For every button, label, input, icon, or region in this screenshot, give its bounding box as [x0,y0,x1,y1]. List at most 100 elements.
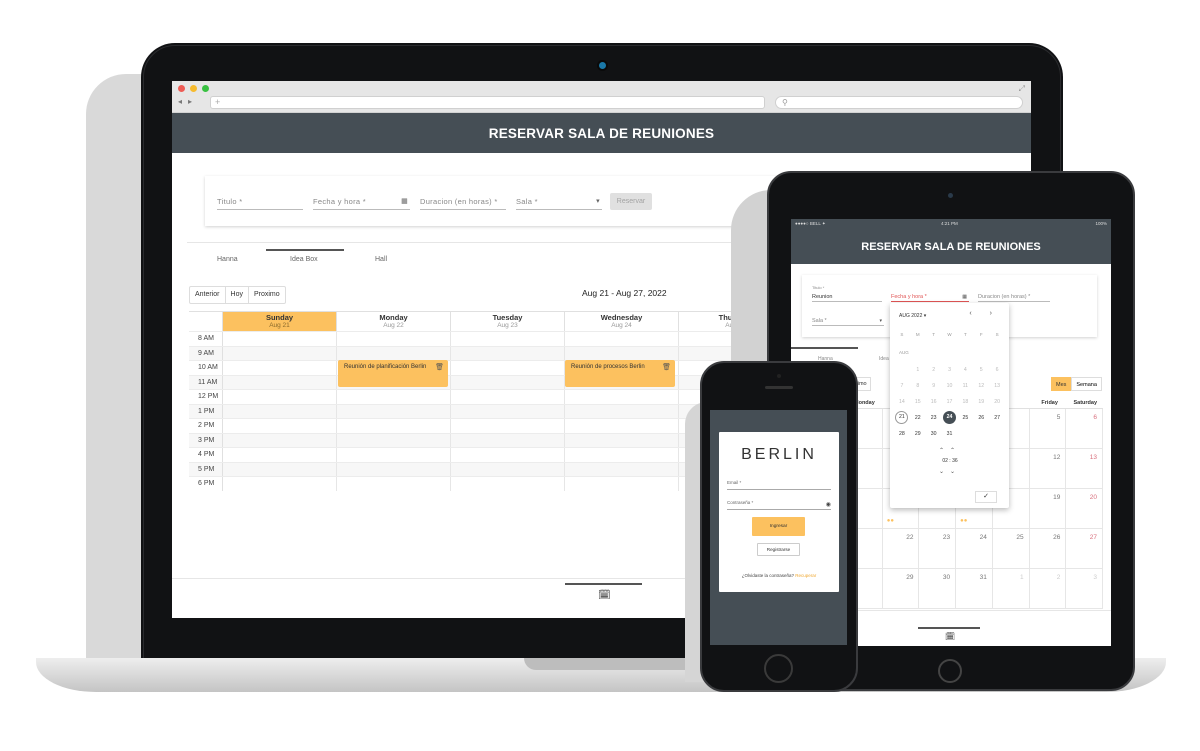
time-slot[interactable] [223,433,337,447]
time-slot[interactable] [451,433,565,447]
login-button[interactable]: Ingresar [752,517,805,536]
time-slot[interactable] [337,332,451,346]
next-button[interactable]: Proximo [249,287,285,303]
duracion-input[interactable]: Duracion (en horas) * [978,291,1050,302]
picker-day[interactable]: 16 [926,394,942,410]
month-day-cell[interactable]: 20 [1066,489,1104,528]
picker-day[interactable]: 3 [942,362,958,378]
time-slot[interactable] [223,361,337,375]
month-day-cell[interactable]: 6 [1066,409,1104,448]
day-header-monday[interactable]: Monday Aug 22 [337,312,451,331]
picker-day[interactable]: 18 [957,394,973,410]
picker-day[interactable]: 20 [989,394,1005,410]
tab-hanna[interactable]: Hanna [217,256,238,263]
time-slot[interactable] [223,477,337,491]
picker-day[interactable]: 29 [910,426,926,442]
month-day-cell[interactable]: 1 [993,569,1030,608]
time-slot[interactable] [565,346,679,360]
day-header-wednesday[interactable]: Wednesday Aug 24 [565,312,679,331]
sala-select[interactable]: Sala * ▾ [516,196,602,210]
register-button[interactable]: Registrarse [757,543,800,556]
month-view-button[interactable]: Mes [1051,377,1072,391]
picker-day[interactable]: 14 [894,394,910,410]
month-day-cell[interactable]: 31 [956,569,993,608]
month-day-cell[interactable]: 13 [1066,449,1104,488]
time-slot[interactable] [565,390,679,404]
time-slot[interactable] [223,390,337,404]
time-slot[interactable] [565,462,679,476]
time-slot[interactable] [337,462,451,476]
fullscreen-icon[interactable]: ⤢ [1019,84,1025,94]
picker-day[interactable]: 15 [910,394,926,410]
reservar-button[interactable]: Reservar [610,193,652,210]
time-slot[interactable] [223,346,337,360]
picker-day[interactable]: 11 [957,378,973,394]
calendar-icon[interactable]: ▦ [401,196,408,208]
tab-idea-box[interactable]: Idea Box [290,256,318,263]
picker-month-select[interactable]: AUG 2022 ▾ [899,313,926,319]
time-slot[interactable] [223,404,337,418]
time-slot[interactable] [337,477,451,491]
month-day-cell[interactable]: 26 [1030,529,1067,568]
today-button[interactable]: Hoy [226,287,249,303]
month-day-cell[interactable]: 5 [1030,409,1067,448]
picker-minute[interactable]: 36 [952,458,958,464]
time-slot[interactable] [565,332,679,346]
picker-day[interactable]: 8 [910,378,926,394]
picker-day[interactable]: 19 [973,394,989,410]
month-day-cell[interactable]: 2 [1030,569,1067,608]
picker-day[interactable]: 13 [989,378,1005,394]
minimize-window-dot[interactable] [190,85,197,92]
time-slot[interactable] [451,462,565,476]
month-day-cell[interactable]: 3 [1066,569,1104,608]
calendar-tab-icon[interactable]: 🗓 [598,590,611,601]
time-slot[interactable] [451,477,565,491]
event-procesos[interactable]: Reunión de procesos Berlin 🗑 [565,360,675,387]
confirm-button[interactable]: ✓ [975,491,997,503]
close-window-dot[interactable] [178,85,185,92]
picker-day[interactable]: 23 [926,410,942,426]
day-header-tuesday[interactable]: Tuesday Aug 23 [451,312,565,331]
time-slot[interactable] [451,375,565,389]
time-slot[interactable] [337,404,451,418]
calendar-tab-icon[interactable]: 🗓 [945,632,955,641]
time-slot[interactable] [451,346,565,360]
email-field[interactable]: Email * [727,480,831,490]
time-slot[interactable] [451,404,565,418]
picker-day[interactable]: 28 [894,426,910,442]
picker-day[interactable]: 24 [943,411,956,424]
picker-day[interactable]: 26 [973,410,989,426]
titulo-input[interactable]: Titulo * [217,196,303,210]
time-slot[interactable] [337,419,451,433]
month-day-cell[interactable]: 24 [956,529,993,568]
picker-day[interactable]: 21 [895,411,909,424]
month-day-cell[interactable]: 25 [993,529,1030,568]
trash-icon[interactable]: 🗑 [435,363,444,371]
picker-day[interactable]: 9 [926,378,942,394]
month-day-cell[interactable]: 19 [1030,489,1067,528]
picker-day[interactable]: 2 [926,362,942,378]
time-slot[interactable] [223,375,337,389]
time-slot[interactable] [337,448,451,462]
time-slot[interactable] [451,448,565,462]
picker-hour[interactable]: 02 [942,458,948,464]
browser-search-bar[interactable]: ⚲ [775,96,1023,109]
tab-idea-box[interactable]: Idea [879,356,889,362]
tablet-home-button[interactable] [938,659,962,683]
time-slot[interactable] [565,404,679,418]
month-day-cell[interactable]: 23 [919,529,957,568]
picker-day[interactable]: 22 [910,410,926,426]
time-slot[interactable] [223,448,337,462]
url-bar[interactable]: + [210,96,765,109]
phone-home-button[interactable] [764,654,793,683]
picker-day[interactable]: 31 [942,426,958,442]
fecha-input[interactable]: Fecha y hora * ▦ [313,196,410,210]
maximize-window-dot[interactable] [202,85,209,92]
tab-hall[interactable]: Hall [375,256,387,263]
time-slot[interactable] [337,433,451,447]
day-header-sunday[interactable]: Sunday Aug 21 [223,312,337,331]
week-view-button[interactable]: Semana [1071,377,1102,391]
time-slot[interactable] [337,390,451,404]
time-slot[interactable] [451,390,565,404]
month-day-cell[interactable]: 30 [919,569,957,608]
